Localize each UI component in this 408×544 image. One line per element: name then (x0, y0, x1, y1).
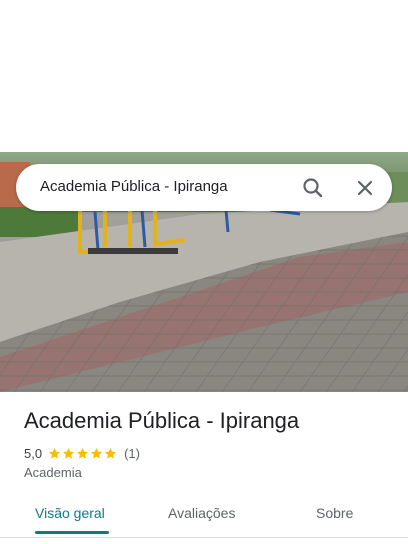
tab-reviews[interactable]: Avaliações (168, 505, 235, 521)
place-category: Academia (24, 465, 82, 480)
active-tab-indicator (35, 531, 109, 534)
star-icon (62, 447, 75, 459)
star-rating (48, 447, 118, 460)
divider (0, 537, 408, 538)
search-bar[interactable]: Academia Pública - Ipiranga (16, 164, 392, 211)
tab-about[interactable]: Sobre (316, 505, 353, 521)
star-icon (90, 447, 103, 459)
rating-value: 5,0 (24, 445, 43, 461)
map-blank-area (0, 0, 408, 152)
place-title: Academia Pública - Ipiranga (24, 408, 300, 433)
tab-overview[interactable]: Visão geral (35, 505, 105, 521)
search-icon[interactable] (299, 174, 327, 202)
rating-row: 5,0 (1) (24, 444, 140, 462)
review-count[interactable]: (1) (124, 446, 140, 461)
close-icon[interactable] (351, 174, 379, 202)
star-icon (48, 447, 61, 459)
star-icon (104, 447, 117, 459)
search-input[interactable]: Academia Pública - Ipiranga (40, 178, 228, 195)
star-icon (76, 447, 89, 459)
tab-bar: Visão geral Avaliações Sobre (0, 496, 408, 536)
